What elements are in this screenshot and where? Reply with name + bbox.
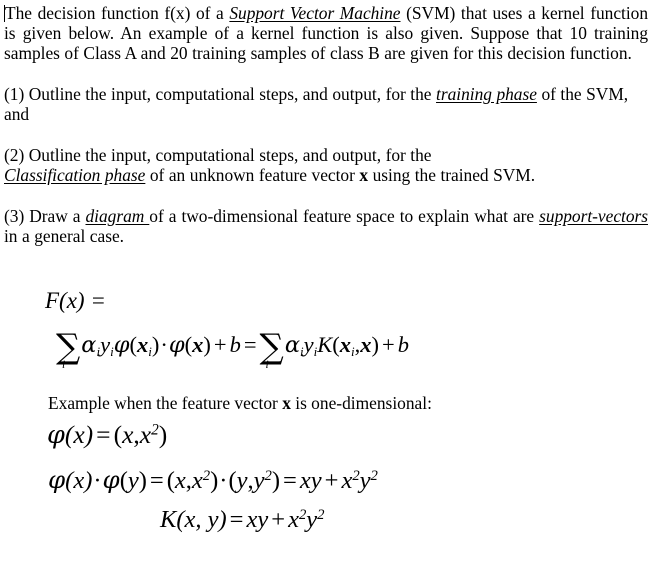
phi-dot-lparen-2: (	[119, 467, 128, 494]
phi-dot-equals-2: =	[283, 467, 297, 494]
phi-dot-result-x: x	[341, 467, 353, 494]
kernel-K-right: K	[317, 332, 333, 357]
tuple-second-def: x	[139, 420, 152, 449]
phi-dot-tuple2-y: y	[236, 467, 248, 494]
equation-kernel-definition: K(x, y) = xy + x2y2	[160, 506, 325, 534]
bold-x-right-2: x	[360, 332, 372, 357]
phi-symbol-def: φ	[47, 420, 65, 450]
alpha-left: α	[81, 332, 97, 358]
phi-dot-tuple2-exp: 2	[264, 467, 272, 484]
paragraph-question-1[interactable]: (1) Outline the input, computational ste…	[4, 84, 648, 124]
paragraph-question-3[interactable]: (3) Draw a diagram of a two-dimensional …	[4, 206, 648, 246]
phi-dot-tuple1-x: x	[174, 467, 186, 494]
question-3-run1: (3) Draw a	[4, 206, 86, 226]
bold-x-left-2: x	[192, 332, 204, 357]
phi-left-1: φ	[113, 332, 130, 358]
sigma-glyph-left: ∑	[56, 327, 81, 367]
phi-left-2: φ	[168, 332, 185, 358]
phi-dot-var-y: y	[127, 467, 139, 494]
summation-index-left: i	[62, 359, 66, 371]
bias-b-right: b	[397, 332, 409, 357]
phi-dot-plus: +	[324, 467, 339, 494]
phi-dot-sym-1: φ	[48, 465, 66, 494]
question-2-run3: using the trained SVM.	[368, 165, 536, 186]
dot-product-operator: ·	[160, 332, 168, 357]
lparen-1: (	[129, 332, 138, 357]
bold-x-right-1: x	[339, 332, 352, 357]
phi-dot-tuple2-open: (	[228, 467, 237, 494]
phi-dot-rparen-2: )	[138, 467, 147, 494]
example-caption-run2: is one-dimensional:	[290, 393, 432, 413]
phi-dot-tuple1-open: (	[166, 467, 175, 494]
plus-right: +	[382, 332, 395, 357]
exponent-two-def: 2	[151, 421, 159, 439]
equation-phi-definition: φ(x) = (x,x2)	[47, 420, 167, 450]
bold-vector-x-q2: x	[359, 165, 369, 186]
question-2-run2: of an unknown feature vector	[145, 165, 360, 186]
kernel-term-x: x	[288, 506, 299, 533]
y-left: y	[100, 332, 111, 357]
question-1-run1: (1) Outline the input, computational ste…	[4, 84, 437, 104]
kernel-y-exponent: 2	[317, 506, 325, 523]
emphasis-support-vectors: support-vectors	[539, 206, 648, 226]
kernel-term-y: y	[306, 506, 318, 533]
tuple-first-def: x	[122, 420, 134, 449]
kernel-plus: +	[271, 506, 286, 533]
example-caption: Example when the feature vector x is one…	[48, 393, 432, 414]
emphasis-training-phase: training phase	[436, 84, 537, 104]
document-page: The decision function f(x) of a Support …	[0, 0, 651, 568]
paragraph-intro[interactable]: The decision function f(x) of a Support …	[4, 3, 648, 64]
sigma-glyph-right: ∑	[259, 327, 284, 367]
kernel-equals: =	[229, 506, 244, 533]
summation-symbol-left: ∑ i	[56, 330, 80, 371]
paragraph-intro-run1: The decision function f(x) of a	[5, 3, 230, 23]
emphasis-diagram: diagram	[85, 206, 150, 226]
phi-dot-tuple2-y2: y	[253, 467, 265, 494]
phi-dot-result-y: y	[359, 467, 371, 494]
phi-dot-operator-2: ·	[219, 467, 228, 494]
rparen-3: )	[371, 332, 380, 357]
phi-dot-equals-1: =	[149, 467, 164, 494]
summation-index-right: i	[265, 359, 269, 371]
equals-phi-def: =	[96, 420, 111, 449]
question-3-run2: of a two-dimensional feature space to ex…	[149, 206, 540, 226]
paragraph-question-2[interactable]: (2) Outline the input, computational ste…	[4, 145, 648, 185]
emphasis-classification-phase: Classification phase	[4, 165, 146, 186]
bold-x-left-1: x	[137, 332, 149, 357]
phi-dot-tuple1-x2: x	[191, 467, 203, 494]
kernel-term-xy: xy	[246, 506, 269, 533]
equals-sign: =	[243, 332, 257, 357]
tuple-open-def: (	[113, 420, 123, 449]
equation-fx-label: F(x) =	[45, 288, 106, 313]
y-right: y	[303, 332, 314, 357]
equation-decision-function: ∑ i αiyiφ(xi)·φ(x) + b =∑ i αiyiK(xi,x) + b	[56, 330, 409, 371]
phi-dot-result-y-exp: 2	[370, 467, 378, 484]
phi-argument-def: (x)	[64, 420, 94, 449]
tuple-close-def: )	[158, 420, 168, 449]
phi-dot-arg-1: (x)	[65, 467, 93, 494]
phi-dot-tuple2-close: )	[271, 467, 281, 494]
bias-b-left: b	[229, 332, 241, 357]
equation-phi-dot-product: φ(x)·φ(y) = (x,x2)·(y,y2) = xy + x2y2	[48, 465, 378, 495]
phi-dot-result-x-exp: 2	[352, 467, 360, 484]
example-caption-run1: Example when the feature vector	[48, 393, 283, 413]
alpha-right: α	[284, 332, 301, 358]
phi-dot-sym-2: φ	[102, 465, 120, 494]
plus-left: +	[213, 332, 227, 357]
question-2-run1: (2) Outline the input, computational ste…	[4, 145, 432, 165]
lparen-3: (	[332, 332, 340, 357]
bold-vector-x-example: x	[282, 393, 291, 413]
rparen-2: )	[203, 332, 211, 357]
kernel-arguments: (x, y)	[176, 506, 227, 533]
summation-symbol-right: ∑ i	[260, 330, 284, 371]
phi-dot-result-xy: xy	[299, 467, 322, 494]
phi-dot-operator-1: ·	[93, 467, 102, 494]
emphasis-support-vector-machine: Support Vector Machine	[229, 3, 401, 23]
kernel-symbol-K: K	[160, 506, 177, 533]
question-3-run3: in a general case.	[4, 226, 124, 247]
